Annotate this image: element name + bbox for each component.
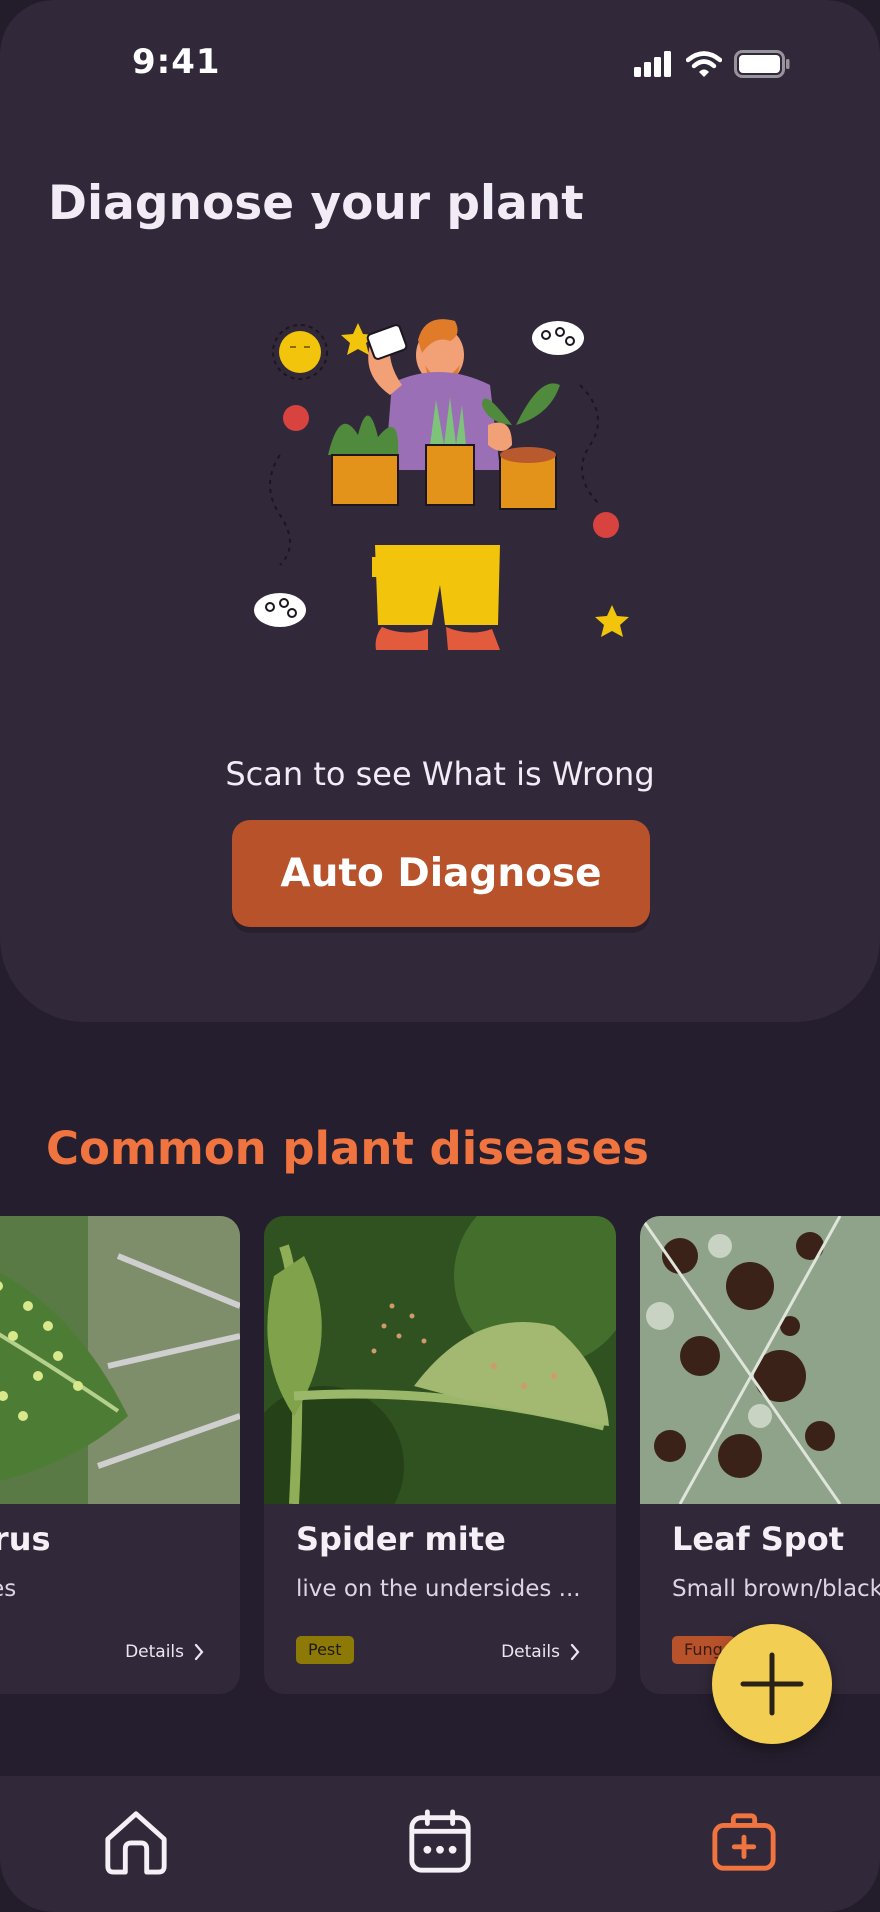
auto-diagnose-button[interactable]: Auto Diagnose [232,820,650,927]
details-link[interactable]: Details [501,1642,580,1662]
diagnose-panel: 9:41 Diagnose your plant Scan to see Wha… [0,0,880,1022]
disease-card[interactable]: Spider mite live on the undersides ... P… [264,1216,616,1694]
nav-calendar[interactable] [400,1802,480,1882]
plus-icon [740,1652,804,1716]
section-title: Common plant diseases [46,1122,649,1175]
calendar-icon [409,1809,471,1873]
pest-tag: Pest [296,1636,354,1664]
cloud-icon [532,321,584,355]
card-description: live on the undersides ... [296,1576,581,1602]
phone-screen: 9:41 Diagnose your plant Scan to see Wha… [0,0,880,1912]
add-button[interactable] [712,1624,832,1744]
signal-icon [634,51,671,77]
chevron-right-icon [194,1643,204,1661]
disease-card[interactable]: Leaf Spot Small brown/black Fung [640,1216,880,1694]
nav-diagnose[interactable] [704,1802,784,1882]
chevron-right-icon [570,1643,580,1661]
scan-instruction: Scan to see What is Wrong [225,755,655,793]
card-description: d leaves [0,1576,17,1602]
card-title: Leaf Spot [672,1520,844,1558]
details-link[interactable]: Details [125,1642,204,1662]
home-icon [105,1811,167,1875]
status-time: 9:41 [132,42,221,82]
disease-photo [264,1216,616,1504]
page-title: Diagnose your plant [48,176,584,231]
ladybug-icon [593,512,619,538]
card-title: Spider mite [296,1520,506,1558]
details-label: Details [125,1642,184,1662]
disease-photo [640,1216,880,1504]
bottom-nav [0,1776,880,1912]
ladybug-icon [283,405,309,431]
nav-home[interactable] [96,1802,176,1882]
card-description: Small brown/black [672,1576,880,1602]
disease-photo [0,1216,240,1504]
card-title: ic virus [0,1520,51,1558]
status-icons [634,50,790,78]
first-aid-kit-icon [712,1813,776,1871]
disease-card[interactable]: ic virus d leaves Details [0,1216,240,1694]
cloud-icon [254,593,306,627]
details-label: Details [501,1642,560,1662]
wifi-icon [686,51,722,77]
sun-icon [272,324,328,380]
gardener-illustration [254,319,629,650]
star-icon [595,605,629,637]
battery-icon [734,50,790,78]
